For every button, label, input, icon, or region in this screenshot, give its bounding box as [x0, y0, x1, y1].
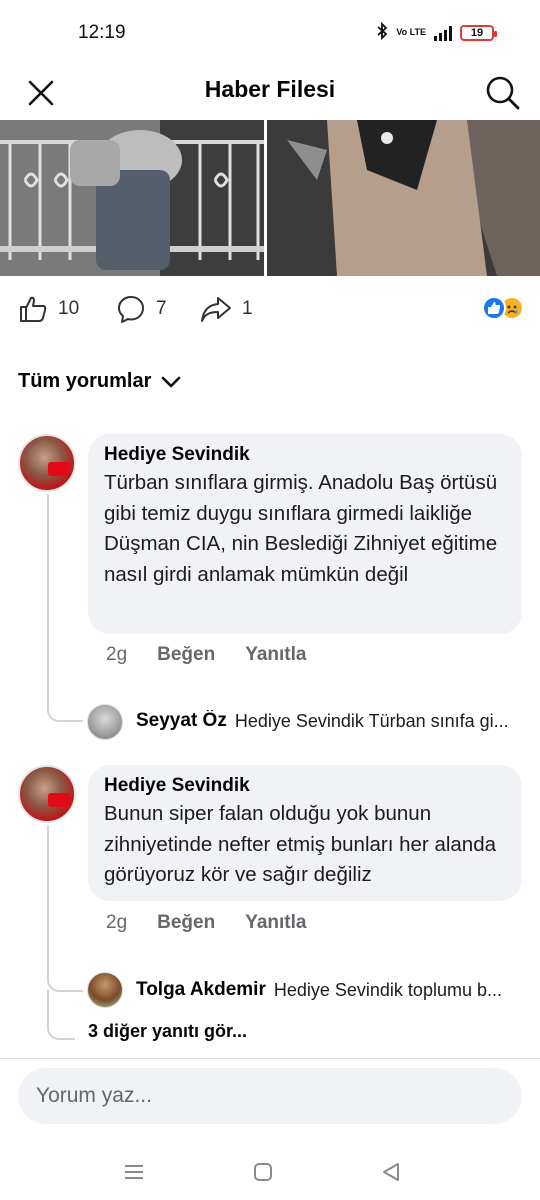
comment-reply-button[interactable]: Yanıtla	[245, 912, 306, 934]
like-reaction-icon	[482, 296, 506, 320]
comment-count: 7	[156, 298, 167, 319]
volte-icon: Vo LTE	[396, 27, 426, 37]
like-icon	[20, 296, 47, 322]
reply-avatar[interactable]	[87, 972, 123, 1008]
share-icon	[201, 297, 231, 322]
menu-icon	[125, 1165, 143, 1179]
thread-line	[47, 825, 49, 965]
comment-bubble[interactable]: Hediye Sevindik Türban sınıflara girmiş.…	[88, 434, 522, 634]
comment-text: Bunun siper falan olduğu yok bunun zihni…	[104, 802, 497, 886]
reply-preview[interactable]: Seyyat Öz Hediye Sevindik Türban sınıfa …	[136, 710, 522, 732]
share-count: 1	[242, 298, 253, 319]
status-bar: 12:19 Vo LTE 19	[0, 0, 540, 66]
comments-filter-label: Tüm yorumlar	[18, 370, 152, 392]
home-icon	[254, 1163, 272, 1181]
menu-button[interactable]	[116, 1154, 152, 1190]
battery-icon: 19	[460, 24, 497, 41]
share-button[interactable]: 1	[200, 294, 253, 324]
thread-connector	[47, 690, 83, 722]
home-button[interactable]	[245, 1154, 281, 1190]
post-photo-left[interactable]	[0, 120, 264, 276]
comment-icon	[118, 296, 144, 323]
back-button[interactable]	[373, 1154, 409, 1190]
chevron-down-icon	[162, 376, 181, 387]
reply-text: Hediye Sevindik toplumu b...	[273, 979, 502, 1000]
like-button[interactable]: 10	[18, 294, 79, 324]
comment-meta: 2g Beğen Yanıtla	[106, 912, 336, 934]
comment-text: Türban sınıflara girmiş. Anadolu Baş ört…	[104, 471, 498, 586]
thread-line	[47, 494, 49, 694]
post-photos[interactable]	[0, 120, 540, 276]
page-title: Haber Filesi	[204, 76, 336, 102]
back-icon	[383, 1163, 399, 1181]
reply-author: Tolga Akdemir	[136, 979, 266, 1000]
search-button[interactable]	[480, 70, 526, 116]
reply-avatar[interactable]	[87, 704, 123, 740]
comment-meta: 2g Beğen Yanıtla	[106, 644, 336, 666]
comment-author[interactable]: Hediye Sevindik	[104, 773, 506, 799]
comment-like-button[interactable]: Beğen	[157, 644, 215, 666]
system-nav-bar	[0, 1140, 540, 1200]
comment-time: 2g	[106, 912, 128, 933]
commenter-avatar[interactable]	[18, 765, 76, 823]
signal-icon	[434, 25, 452, 41]
view-more-replies-link[interactable]: 3 diğer yanıtı gör...	[88, 1021, 247, 1042]
comment-like-button[interactable]: Beğen	[157, 912, 215, 934]
comments-filter-dropdown[interactable]: Tüm yorumlar	[18, 370, 181, 393]
thread-connector	[47, 960, 83, 992]
battery-level: 19	[470, 26, 484, 39]
comment-input[interactable]	[18, 1068, 522, 1124]
comment-bubble[interactable]: Hediye Sevindik Bunun siper falan olduğu…	[88, 765, 522, 901]
search-icon	[486, 76, 520, 110]
post-photo-right[interactable]	[267, 120, 540, 276]
app-header: Haber Filesi	[0, 66, 540, 120]
like-count: 10	[58, 298, 80, 319]
reply-author: Seyyat Öz	[136, 710, 227, 731]
comment-reply-button[interactable]: Yanıtla	[245, 644, 306, 666]
commenter-avatar[interactable]	[18, 434, 76, 492]
reactions-bar: 10 7 1	[0, 288, 540, 328]
comment-author[interactable]: Hediye Sevindik	[104, 442, 506, 468]
status-icons: Vo LTE 19	[376, 21, 497, 43]
thread-connector	[47, 990, 75, 1040]
comment-button[interactable]: 7	[116, 294, 167, 324]
status-time: 12:19	[78, 22, 126, 43]
divider	[0, 1058, 540, 1059]
bluetooth-icon	[376, 21, 388, 43]
reply-text: Hediye Sevindik Türban sınıfa gi...	[234, 710, 509, 731]
comment-time: 2g	[106, 644, 128, 665]
reaction-summary[interactable]	[482, 296, 524, 320]
reply-preview[interactable]: Tolga Akdemir Hediye Sevindik toplumu b.…	[136, 979, 522, 1001]
